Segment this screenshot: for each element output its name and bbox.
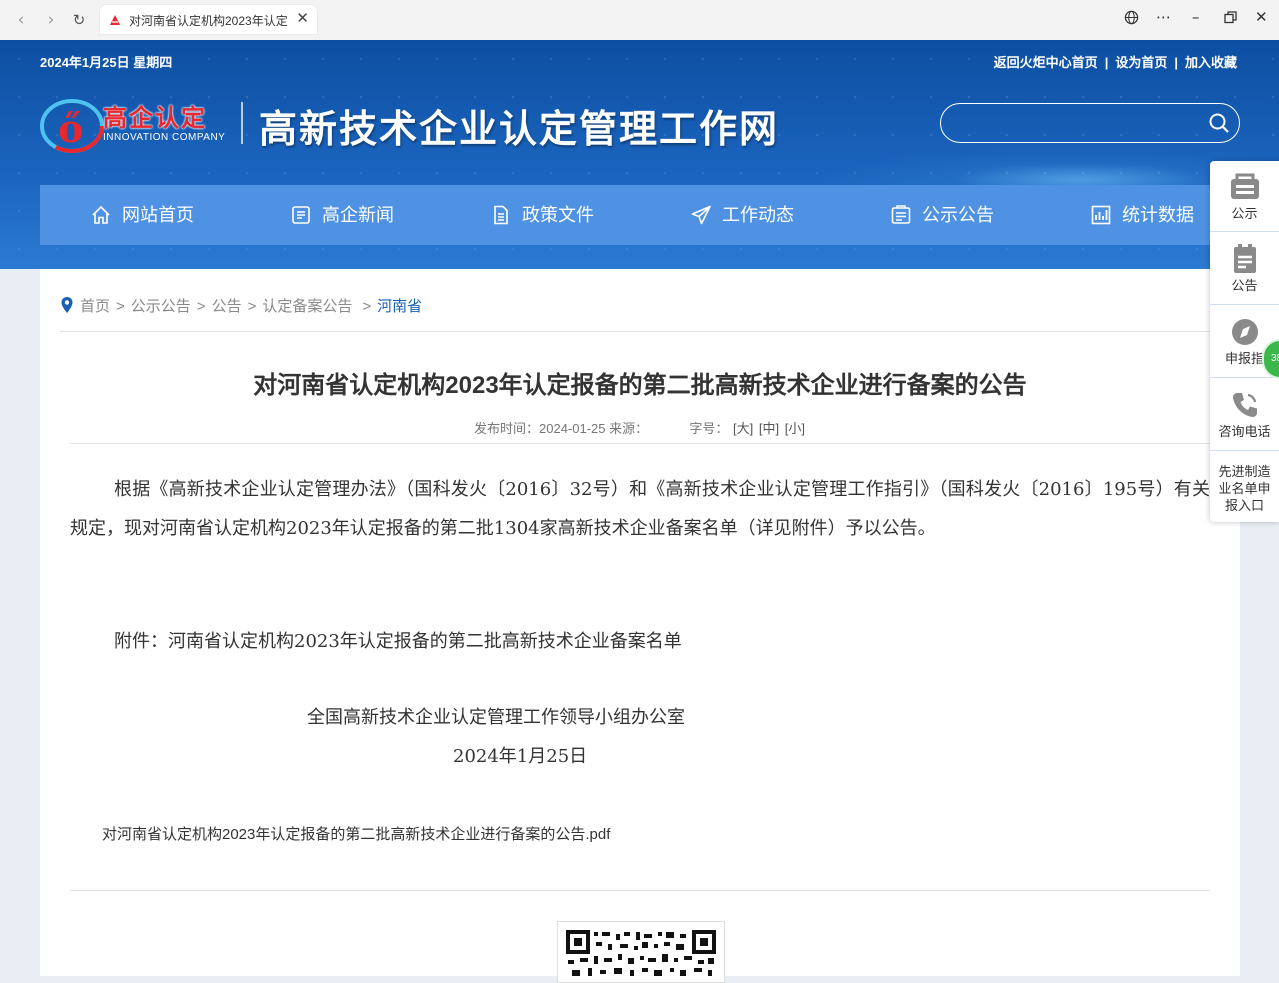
site-favicon-icon bbox=[110, 15, 120, 25]
browser-tab[interactable]: 对河南省认定机构2023年认定 ✕ bbox=[100, 5, 317, 34]
nav-label: 公示公告 bbox=[922, 205, 994, 225]
breadcrumb-announcements[interactable]: 公告 bbox=[212, 298, 242, 315]
article-container: 首页 > 公示公告 > 公告 > 认定备案公告 > 河南省 对河南省认定机构2023年认定报备的… bbox=[40, 269, 1240, 983]
article-sign-date: 2024年1月25日 bbox=[453, 746, 588, 767]
current-date: 2024年1月25日 星期四 bbox=[40, 55, 173, 70]
divider bbox=[70, 890, 1210, 891]
side-divider bbox=[1210, 377, 1279, 378]
side-item-label: 公告 bbox=[1231, 278, 1258, 293]
announcement-icon bbox=[1233, 244, 1256, 273]
nav-notices[interactable]: 公示公告 bbox=[890, 185, 1080, 245]
nav-label: 网站首页 bbox=[122, 205, 194, 225]
breadcrumb-home[interactable]: 首页 bbox=[80, 298, 110, 315]
logo-emblem-icon: ő bbox=[40, 99, 104, 153]
close-tab-icon[interactable]: ✕ bbox=[296, 9, 309, 27]
browser-toolbar: ‹ › ↻ 对河南省认定机构2023年认定 ✕ ⋯ – ✕ bbox=[0, 0, 1279, 41]
phone-icon bbox=[1232, 393, 1257, 417]
location-pin-icon bbox=[61, 297, 73, 313]
publish-info: 发布时间：2024-01-25 来源： bbox=[474, 421, 649, 436]
restore-icon[interactable] bbox=[1224, 10, 1237, 28]
search-box bbox=[940, 103, 1240, 143]
document-icon bbox=[494, 205, 508, 225]
divider bbox=[60, 331, 1212, 332]
article-meta: 发布时间：2024-01-25 来源： 字号： [大] [中] [小] bbox=[40, 418, 1240, 437]
chart-icon bbox=[1091, 205, 1111, 225]
tab-title: 对河南省认定机构2023年认定 bbox=[129, 14, 288, 28]
font-size-small[interactable]: [小] bbox=[785, 421, 805, 436]
nav-policy[interactable]: 政策文件 bbox=[490, 185, 680, 245]
logo-divider bbox=[241, 102, 243, 144]
reload-icon[interactable]: ↻ bbox=[68, 9, 90, 31]
side-item-manufacturing-entry[interactable]: 先进制造 业名单申 报入口 bbox=[1210, 463, 1279, 514]
globe-icon[interactable] bbox=[1124, 10, 1139, 29]
side-item-label: 申报指 bbox=[1224, 351, 1264, 366]
back-icon[interactable]: ‹ bbox=[10, 9, 32, 31]
close-window-icon[interactable]: ✕ bbox=[1255, 8, 1268, 26]
breadcrumb-filing[interactable]: 认定备案公告 bbox=[262, 298, 352, 315]
breadcrumb-current[interactable]: 河南省 bbox=[377, 298, 422, 315]
breadcrumb-notices[interactable]: 公示公告 bbox=[131, 298, 191, 315]
side-divider bbox=[1210, 304, 1279, 305]
link-add-favorite[interactable]: 加入收藏 bbox=[1185, 55, 1237, 70]
logo-text-en: INNOVATION COMPANY bbox=[103, 132, 226, 143]
more-icon[interactable]: ⋯ bbox=[1156, 8, 1171, 26]
nav-label: 工作动态 bbox=[722, 205, 794, 225]
nav-news[interactable]: 高企新闻 bbox=[290, 185, 480, 245]
side-item-publicity[interactable]: 公示 bbox=[1210, 171, 1279, 222]
pdf-attachment-link[interactable]: 对河南省认定机构2023年认定报备的第二批高新技术企业进行备案的公告.pdf bbox=[102, 823, 610, 844]
side-item-label: 报入口 bbox=[1224, 498, 1264, 513]
nav-home[interactable]: 网站首页 bbox=[90, 185, 280, 245]
link-set-homepage[interactable]: 设为首页 bbox=[1115, 55, 1167, 70]
side-item-label: 先进制造 bbox=[1218, 464, 1271, 479]
top-links: 返回火炬中心首页 | 设为首页 | 加入收藏 bbox=[993, 55, 1237, 70]
site-title: 高新技术企业认定管理工作网 bbox=[259, 106, 780, 151]
site-logo[interactable]: ő 高企认定 INNOVATION COMPANY bbox=[40, 92, 230, 153]
side-item-announcement[interactable]: 公告 bbox=[1210, 243, 1279, 294]
font-size-medium[interactable]: [中] bbox=[759, 421, 779, 436]
article-signature: 全国高新技术企业认定管理工作领导小组办公室 bbox=[307, 707, 685, 728]
search-input[interactable] bbox=[955, 110, 1199, 136]
nav-label: 政策文件 bbox=[522, 205, 594, 225]
notice-icon bbox=[891, 205, 911, 224]
side-item-label: 公示 bbox=[1231, 206, 1258, 221]
news-icon bbox=[292, 206, 310, 224]
compass-icon bbox=[1231, 319, 1258, 345]
side-divider bbox=[1210, 450, 1279, 451]
side-item-label: 咨询电话 bbox=[1218, 424, 1271, 439]
article-attachment-note: 附件：河南省认定机构2023年认定报备的第二批高新技术企业备案名单 bbox=[114, 631, 682, 652]
font-size-label: 字号： bbox=[689, 421, 729, 436]
divider bbox=[70, 443, 1210, 444]
font-size-large[interactable]: [大] bbox=[733, 421, 753, 436]
search-icon[interactable] bbox=[1207, 111, 1231, 135]
side-divider bbox=[1210, 231, 1279, 232]
forward-icon[interactable]: › bbox=[40, 9, 62, 31]
link-torch-home[interactable]: 返回火炬中心首页 bbox=[994, 55, 1098, 70]
article-title: 对河南省认定机构2023年认定报备的第二批高新技术企业进行备案的公告 bbox=[253, 372, 1027, 399]
svg-text:ő: ő bbox=[58, 106, 83, 151]
side-item-label: 业名单申 bbox=[1218, 481, 1271, 496]
publicity-icon bbox=[1230, 173, 1259, 199]
main-nav: 网站首页 高企新闻 政策文件 工作动态 公示公告 统计数据 bbox=[40, 185, 1240, 245]
qr-code bbox=[557, 921, 725, 983]
qr-code-icon bbox=[566, 930, 716, 976]
home-icon bbox=[92, 205, 110, 224]
side-item-hotline[interactable]: 咨询电话 bbox=[1210, 389, 1279, 440]
article-paragraph: 根据《高新技术企业认定管理办法》（国科发火〔2016〕32号）和《高新技术企业认… bbox=[70, 479, 1210, 539]
nav-label: 统计数据 bbox=[1122, 205, 1194, 225]
logo-text-cn: 高企认定 bbox=[103, 105, 207, 132]
site-header: 2024年1月25日 星期四 返回火炬中心首页 | 设为首页 | 加入收藏 ő 高企认定… bbox=[0, 40, 1279, 269]
send-icon bbox=[691, 205, 711, 225]
minimize-icon[interactable]: – bbox=[1192, 8, 1200, 26]
nav-label: 高企新闻 bbox=[322, 205, 394, 225]
nav-work-updates[interactable]: 工作动态 bbox=[690, 185, 880, 245]
